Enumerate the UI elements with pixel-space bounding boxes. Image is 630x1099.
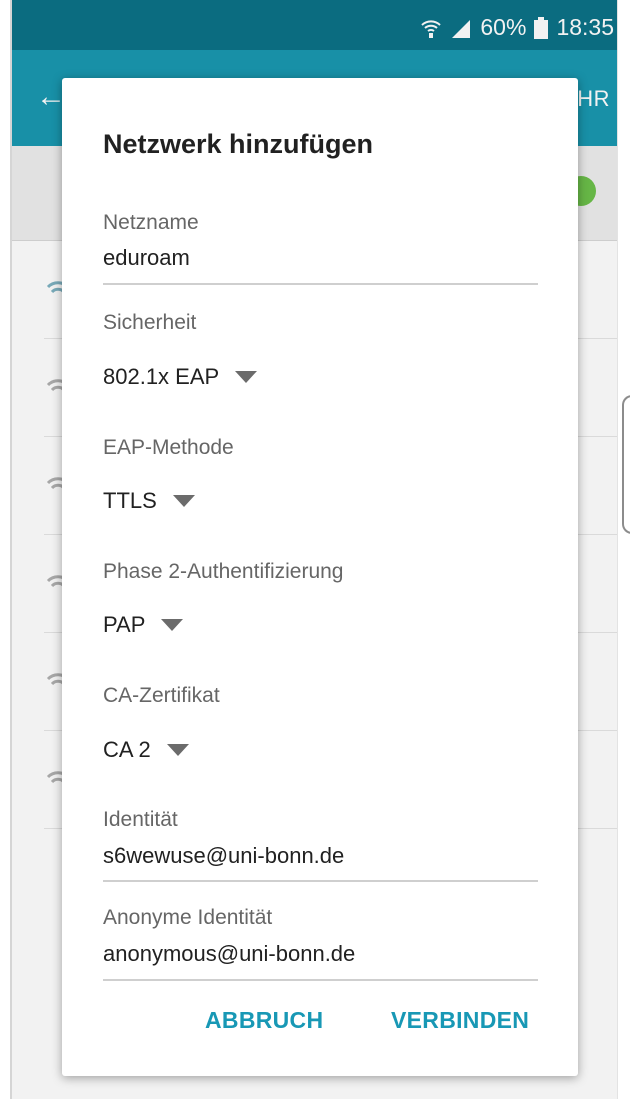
cancel-button[interactable]: ABBRUCH xyxy=(205,1007,323,1034)
anonyme-identitaet-underline xyxy=(103,979,538,981)
edge-panel-handle[interactable] xyxy=(622,395,630,534)
eap-methode-dropdown[interactable]: TTLS xyxy=(103,488,195,514)
dropdown-caret-icon xyxy=(172,495,195,507)
anonyme-identitaet-label: Anonyme Identität xyxy=(103,906,273,929)
sicherheit-value: 802.1x EAP xyxy=(103,364,220,389)
netzname-input[interactable]: eduroam xyxy=(103,245,190,271)
sicherheit-dropdown[interactable]: 802.1x EAP xyxy=(103,364,258,390)
identitaet-underline xyxy=(103,880,538,882)
dropdown-caret-icon xyxy=(166,744,189,756)
ca-zertifikat-dropdown[interactable]: CA 2 xyxy=(103,737,189,763)
frame-left-border xyxy=(0,0,10,1099)
phase2-label: Phase 2-Authentifizierung xyxy=(103,560,344,583)
frame-left-line xyxy=(10,0,12,1099)
frame-right-border xyxy=(618,0,630,1099)
sicherheit-label: Sicherheit xyxy=(103,311,197,334)
add-network-dialog: Netzwerk hinzufügen Netzname eduroam Sic… xyxy=(62,78,578,1076)
ca-zertifikat-label: CA-Zertifikat xyxy=(103,684,220,707)
screen: 60% 18:35 ← HR Netzwerk hinzufügen Netzn… xyxy=(0,0,630,1099)
dialog-title: Netzwerk hinzufügen xyxy=(103,129,374,159)
anonyme-identitaet-input[interactable]: anonymous@uni-bonn.de xyxy=(103,941,355,967)
ca-zertifikat-value: CA 2 xyxy=(103,737,151,762)
netzname-label: Netzname xyxy=(103,211,199,234)
dropdown-caret-icon xyxy=(161,619,184,631)
phase2-dropdown[interactable]: PAP xyxy=(103,612,184,638)
netzname-underline xyxy=(103,283,538,285)
phase2-value: PAP xyxy=(103,612,146,637)
identitaet-label: Identität xyxy=(103,808,178,831)
eap-methode-value: TTLS xyxy=(103,488,157,513)
dropdown-caret-icon xyxy=(235,371,258,383)
eap-methode-label: EAP-Methode xyxy=(103,436,234,459)
identitaet-input[interactable]: s6wewuse@uni-bonn.de xyxy=(103,843,344,869)
connect-button[interactable]: VERBINDEN xyxy=(391,1007,529,1034)
frame-right-line xyxy=(617,0,618,1099)
